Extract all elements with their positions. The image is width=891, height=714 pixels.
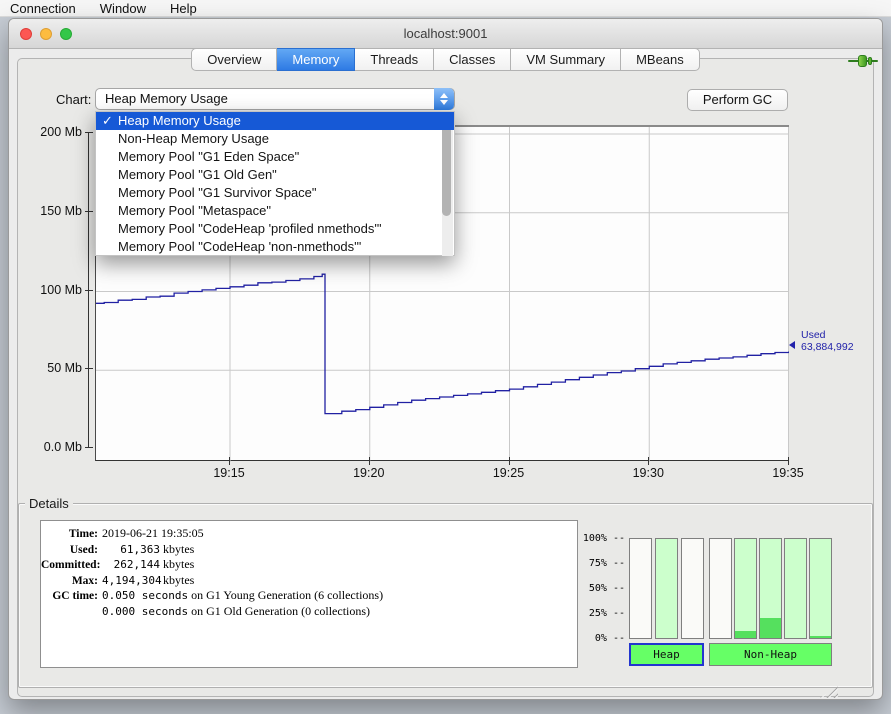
dropdown-option[interactable]: Memory Pool "G1 Survivor Space" [96, 184, 454, 202]
dropdown-option[interactable]: Memory Pool "Metaspace" [96, 202, 454, 220]
pool-usage-bar [809, 538, 832, 639]
details-group-title: Details [25, 496, 73, 511]
menu-connection[interactable]: Connection [10, 1, 76, 16]
pool-chart-pct-label: 0% -- [579, 633, 625, 644]
pool-chart-pct-label: 50% -- [579, 583, 625, 594]
pool-chart-pct-label: 75% -- [579, 558, 625, 569]
y-tick-label: 150 Mb [22, 204, 82, 218]
details-row: Used:61,363 kbytes [41, 542, 577, 558]
pool-usage-bar [734, 538, 757, 639]
pool-button-non-heap[interactable]: Non-Heap [709, 643, 832, 666]
used-series-label: Used 63,884,992 [801, 329, 854, 353]
chart-select-combobox[interactable]: Heap Memory Usage [95, 88, 455, 110]
y-tick [85, 290, 93, 291]
y-tick [85, 132, 93, 133]
y-tick-label: 50 Mb [22, 361, 82, 375]
dropdown-option[interactable]: Memory Pool "CodeHeap 'profiled nmethods… [96, 220, 454, 238]
dropdown-option[interactable]: ✓Heap Memory Usage [96, 112, 454, 130]
details-info-box: Time:2019-06-21 19:35:05Used:61,363 kbyt… [40, 520, 578, 668]
tab-classes[interactable]: Classes [434, 48, 511, 71]
x-tick-label: 19:30 [623, 466, 673, 480]
pool-usage-bar [709, 538, 732, 639]
y-tick [85, 368, 93, 369]
details-row: Time:2019-06-21 19:35:05 [41, 526, 577, 542]
perform-gc-button[interactable]: Perform GC [687, 89, 788, 111]
selected-option-checkmark-icon: ✓ [102, 112, 113, 130]
menu-bar: Connection Window Help [0, 0, 891, 17]
pool-usage-bar [681, 538, 704, 639]
menu-window[interactable]: Window [100, 1, 146, 16]
x-tick [369, 457, 370, 465]
tab-vm-summary[interactable]: VM Summary [511, 48, 621, 71]
x-tick-label: 19:35 [763, 466, 813, 480]
y-tick-label: 0.0 Mb [22, 440, 82, 454]
tab-overview[interactable]: Overview [191, 48, 277, 71]
chart-select-dropdown: ✓Heap Memory UsageNon-Heap Memory UsageM… [95, 111, 455, 256]
tab-threads[interactable]: Threads [355, 48, 434, 71]
details-row: 0.000 seconds on G1 Old Generation (0 co… [41, 604, 577, 620]
menu-help[interactable]: Help [170, 1, 197, 16]
pool-chart-pct-label: 100% -- [579, 533, 625, 544]
y-tick [85, 447, 93, 448]
y-tick-label: 100 Mb [22, 283, 82, 297]
pool-chart-pct-label: 25% -- [579, 608, 625, 619]
x-tick [788, 457, 789, 465]
combobox-stepper-icon[interactable] [434, 88, 454, 110]
chart-select-label: Chart: [56, 92, 91, 107]
x-tick-label: 19:25 [484, 466, 534, 480]
pool-usage-bar [759, 538, 782, 639]
details-row: Committed:262,144 kbytes [41, 557, 577, 573]
chart-select-value: Heap Memory Usage [105, 91, 228, 106]
dropdown-option[interactable]: Memory Pool "G1 Old Gen" [96, 166, 454, 184]
dropdown-option[interactable]: Non-Heap Memory Usage [96, 130, 454, 148]
x-tick [648, 457, 649, 465]
pool-usage-bar [784, 538, 807, 639]
x-tick [229, 457, 230, 465]
tab-bar: OverviewMemoryThreadsClassesVM SummaryMB… [0, 48, 891, 71]
window-title: localhost:9001 [9, 26, 882, 41]
details-row: Max:4,194,304 kbytes [41, 573, 577, 589]
y-tick [85, 211, 93, 212]
details-row: GC time:0.050 seconds on G1 Young Genera… [41, 588, 577, 604]
pool-usage-bar [629, 538, 652, 639]
x-tick-label: 19:15 [204, 466, 254, 480]
dropdown-option[interactable]: Memory Pool "CodeHeap 'non-nmethods'" [96, 238, 454, 256]
pool-usage-bar [655, 538, 678, 639]
window-titlebar[interactable]: localhost:9001 [9, 19, 882, 49]
tab-mbeans[interactable]: MBeans [621, 48, 700, 71]
dropdown-option[interactable]: Memory Pool "G1 Eden Space" [96, 148, 454, 166]
used-series-marker-icon [789, 341, 795, 349]
x-tick [509, 457, 510, 465]
pool-button-heap[interactable]: Heap [629, 643, 704, 666]
y-tick-label: 200 Mb [22, 125, 82, 139]
x-tick-label: 19:20 [344, 466, 394, 480]
tab-memory[interactable]: Memory [277, 48, 355, 71]
